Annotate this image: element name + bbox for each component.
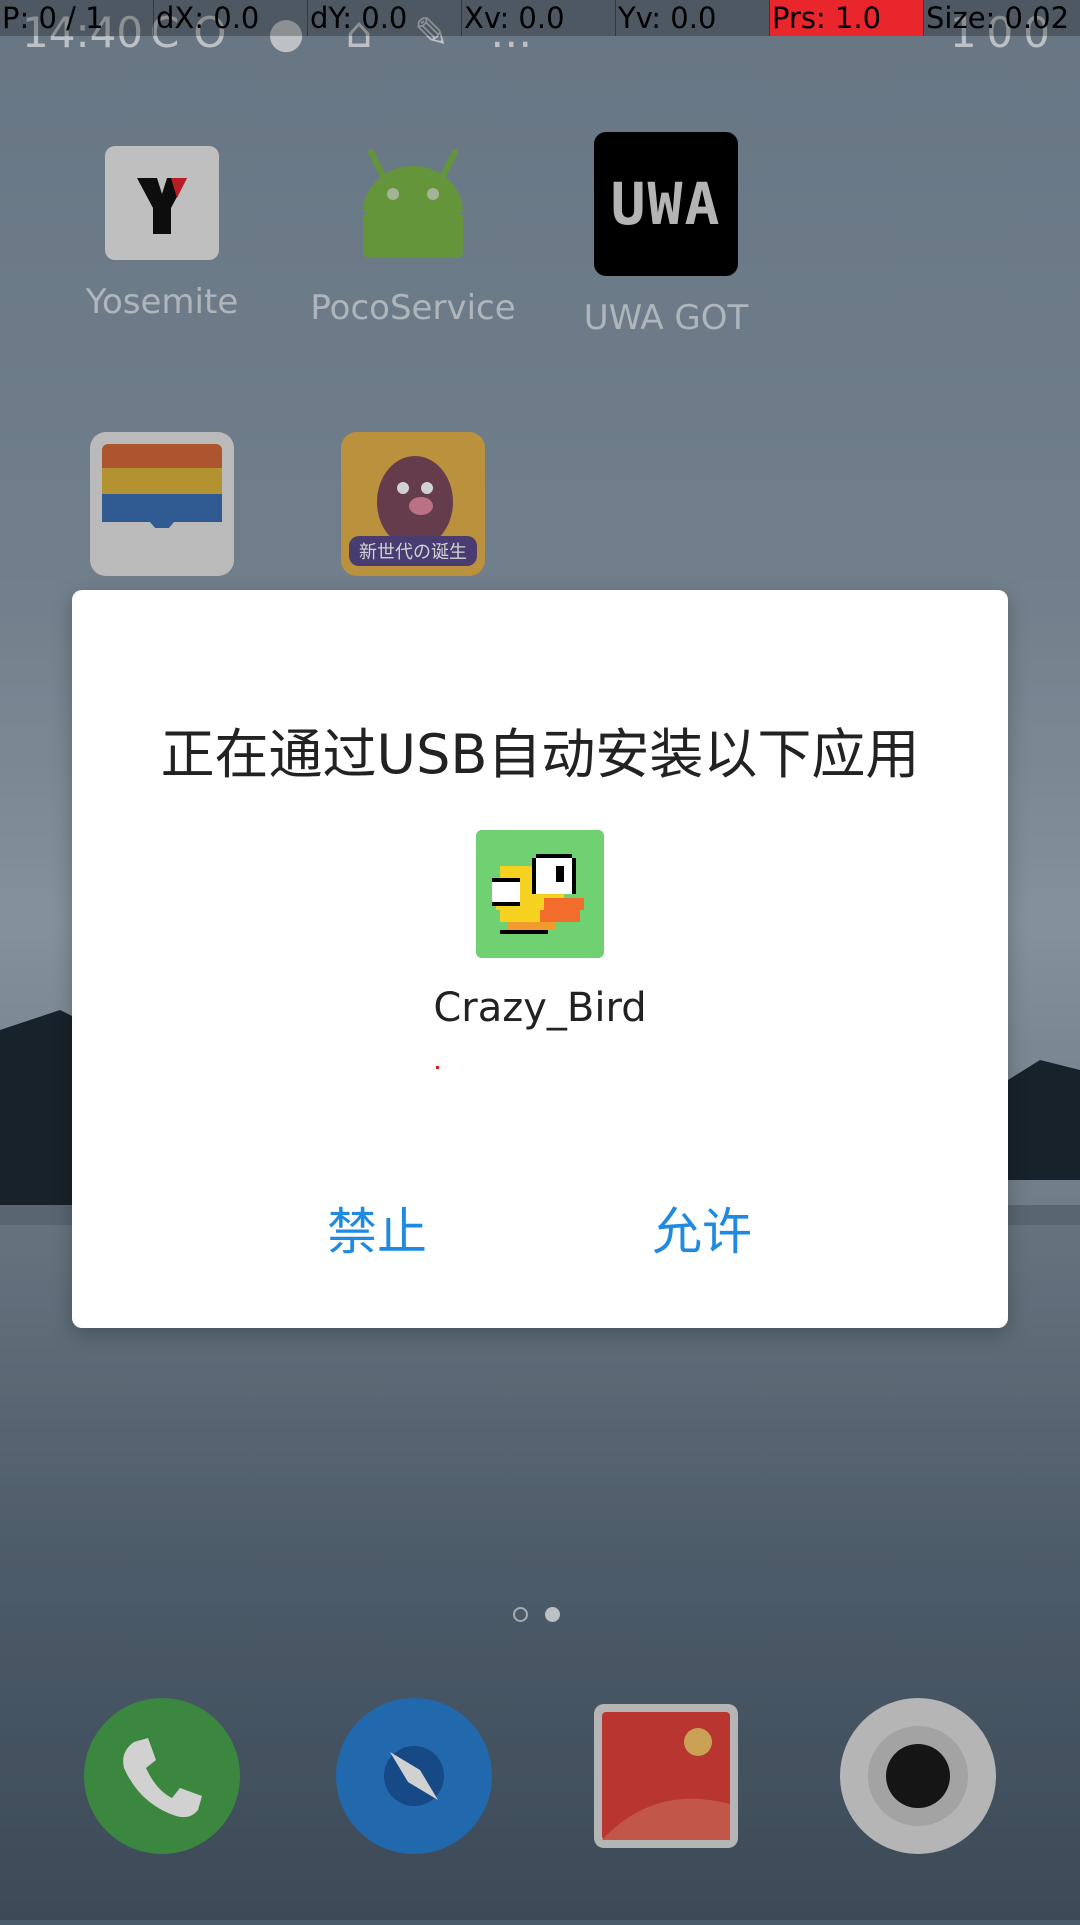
debug-pointer: P: 0 / 1: [0, 0, 154, 36]
dialog-title: 正在通过USB自动安装以下应用: [160, 723, 920, 786]
crazy-bird-icon: [476, 830, 604, 958]
allow-button[interactable]: 允许: [602, 1192, 802, 1272]
deny-button[interactable]: 禁止: [277, 1192, 477, 1272]
debug-yv: Yv: 0.0: [616, 0, 770, 36]
pointer-debug-overlay: P: 0 / 1 dX: 0.0 dY: 0.0 Xv: 0.0 Yv: 0.0…: [0, 0, 1080, 36]
debug-xv: Xv: 0.0: [462, 0, 616, 36]
debug-dy: dY: 0.0: [308, 0, 462, 36]
progress-dot: [436, 1066, 439, 1069]
usb-install-dialog: 正在通过USB自动安装以下应用 Crazy_Bird 禁止 允许: [72, 590, 1008, 1328]
debug-dx: dX: 0.0: [154, 0, 308, 36]
install-app-name: Crazy_Bird: [433, 985, 647, 1031]
debug-size: Size: 0.02: [926, 1, 1070, 35]
debug-pressure: Prs: 1.0: [770, 0, 924, 36]
